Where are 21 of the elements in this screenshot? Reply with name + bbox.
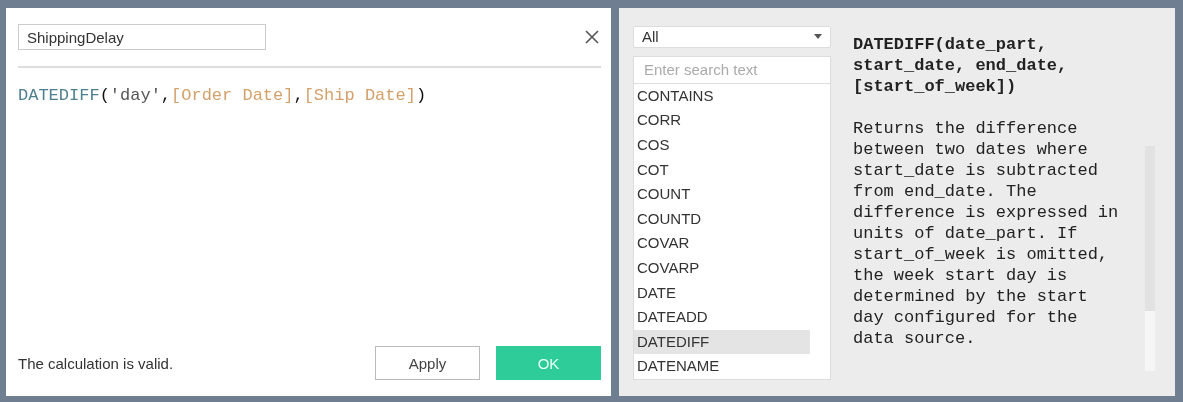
category-dropdown[interactable]: All (633, 26, 831, 48)
function-description: Returns the difference between two dates where start_date is subtracted from end_date. The difference is expressed in units of date_part. If start_of_week is omitted, the week start day is determined by the start day configured for the data source. (853, 118, 1120, 349)
function-item[interactable]: COVAR (634, 231, 810, 257)
function-item[interactable]: DATEADD (634, 305, 810, 330)
function-item[interactable]: DATE (634, 280, 810, 306)
function-signature: DATEDIFF(date_part, start_date, end_date, [start_of_week]) (853, 34, 1069, 97)
name-field[interactable]: ShippingDelay (18, 24, 266, 50)
function-item[interactable]: COT (634, 157, 810, 183)
function-item[interactable]: DATEDIFF (634, 329, 810, 355)
caret-icon (814, 34, 822, 40)
function-item[interactable]: COS (634, 133, 810, 158)
close-icon[interactable] (585, 30, 599, 44)
function-item[interactable]: DATENAME (634, 354, 810, 379)
function-item[interactable]: CONTAINS (634, 83, 810, 109)
formula-text[interactable]: DATEDIFF('day',[Order Date],[Ship Date]) (18, 86, 601, 105)
status-message: The calculation is valid. (18, 354, 174, 372)
function-item[interactable]: COUNTD (634, 206, 810, 232)
function-item[interactable]: COVARP (634, 256, 810, 281)
function-item[interactable]: COUNT (634, 182, 810, 207)
apply-button[interactable]: Apply (375, 346, 480, 380)
function-item[interactable]: CORR (634, 108, 810, 134)
